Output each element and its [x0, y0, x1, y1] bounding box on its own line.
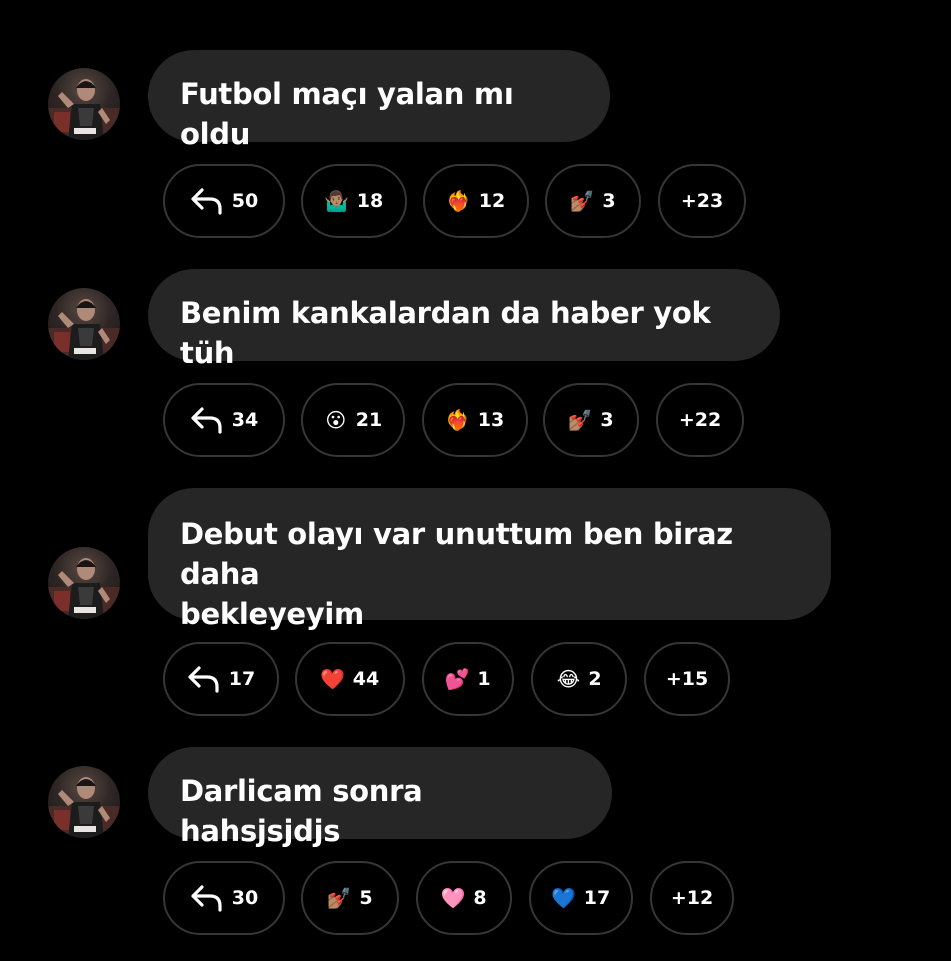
message-text-line: Debut olayı var unuttum ben biraz daha: [180, 517, 733, 591]
reply-count: 30: [231, 887, 259, 909]
reaction-chip[interactable]: 🩷 8: [416, 861, 512, 935]
reaction-chip[interactable]: 😮 21: [301, 383, 405, 457]
reply-count: 17: [228, 668, 256, 690]
avatar-photo-icon: [48, 299, 120, 360]
more-reactions-count: +22: [678, 409, 722, 431]
message-text: Benim kankalardan da haber yok tüh: [180, 296, 711, 370]
message-bubble[interactable]: Darlicam sonra hahsjsjdjs: [148, 747, 612, 848]
more-reactions-count: +23: [680, 190, 724, 212]
reply-arrow-icon: [190, 884, 224, 912]
message-text-line: bekleyeyim: [180, 597, 364, 631]
reaction-count: 21: [355, 409, 383, 431]
reaction-count: 3: [602, 190, 616, 212]
reaction-count: 3: [600, 409, 614, 431]
reaction-count: 1: [477, 668, 491, 690]
message-bubble[interactable]: Benim kankalardan da haber yok tüh: [148, 269, 780, 370]
reply-arrow-icon: [190, 187, 224, 215]
more-reactions-button[interactable]: +22: [656, 383, 744, 457]
message-text: Darlicam sonra hahsjsjdjs: [180, 774, 423, 848]
reaction-chip[interactable]: 💅🏽 3: [545, 164, 641, 238]
red-heart-icon: ❤️: [320, 667, 346, 691]
reply-count: 50: [231, 190, 259, 212]
more-reactions-button[interactable]: +12: [650, 861, 734, 935]
message-text: Futbol maçı yalan mı oldu: [180, 77, 514, 151]
avatar[interactable]: [48, 288, 120, 360]
more-reactions-button[interactable]: +15: [644, 642, 730, 716]
message-bubble[interactable]: Debut olayı var unuttum ben biraz daha b…: [148, 488, 831, 631]
blue-heart-icon: 💙: [551, 886, 577, 910]
avatar-photo-icon: [48, 777, 120, 838]
reaction-count: 18: [356, 190, 384, 212]
astonished-face-icon: 😮: [325, 408, 347, 432]
reaction-chip[interactable]: ❤️‍🔥 12: [423, 164, 529, 238]
tears-of-joy-icon: 😂: [556, 667, 581, 691]
avatar-photo-icon: [48, 79, 120, 140]
avatar[interactable]: [48, 766, 120, 838]
avatar[interactable]: [48, 68, 120, 140]
reply-count: 34: [231, 409, 259, 431]
avatar[interactable]: [48, 547, 120, 619]
message-bubble[interactable]: Futbol maçı yalan mı oldu: [148, 50, 610, 151]
reply-arrow-icon: [190, 406, 224, 434]
reaction-count: 44: [352, 668, 380, 690]
reply-button[interactable]: 34: [163, 383, 285, 457]
heart-on-fire-icon: ❤️‍🔥: [446, 189, 472, 213]
reaction-chip[interactable]: 💕 1: [422, 642, 514, 716]
reaction-count: 5: [359, 887, 373, 909]
reaction-count: 8: [473, 887, 487, 909]
reaction-chip[interactable]: 💅🏽 5: [301, 861, 399, 935]
reaction-count: 12: [478, 190, 506, 212]
reaction-chip[interactable]: 🤷🏽‍♂️ 18: [301, 164, 407, 238]
reaction-chip[interactable]: 💅🏽 3: [543, 383, 639, 457]
reaction-count: 17: [583, 887, 611, 909]
reaction-chip[interactable]: 😂 2: [531, 642, 627, 716]
reaction-count: 13: [477, 409, 505, 431]
heart-on-fire-icon: ❤️‍🔥: [445, 408, 471, 432]
pink-heart-icon: 🩷: [440, 886, 466, 910]
nail-polish-icon: 💅🏽: [569, 189, 595, 213]
reaction-chip[interactable]: ❤️ 44: [295, 642, 405, 716]
nail-polish-icon: 💅🏽: [326, 886, 352, 910]
reaction-chip[interactable]: ❤️‍🔥 13: [422, 383, 528, 457]
reply-button[interactable]: 17: [163, 642, 279, 716]
reply-arrow-icon: [187, 665, 221, 693]
person-shrugging-icon: 🤷🏽‍♂️: [324, 189, 350, 213]
more-reactions-count: +15: [665, 668, 709, 690]
two-hearts-icon: 💕: [444, 667, 470, 691]
more-reactions-count: +12: [670, 887, 714, 909]
nail-polish-icon: 💅🏽: [567, 408, 593, 432]
reaction-chip[interactable]: 💙 17: [529, 861, 633, 935]
reply-button[interactable]: 30: [163, 861, 285, 935]
more-reactions-button[interactable]: +23: [658, 164, 746, 238]
reaction-count: 2: [588, 668, 602, 690]
reply-button[interactable]: 50: [163, 164, 285, 238]
avatar-photo-icon: [48, 558, 120, 619]
